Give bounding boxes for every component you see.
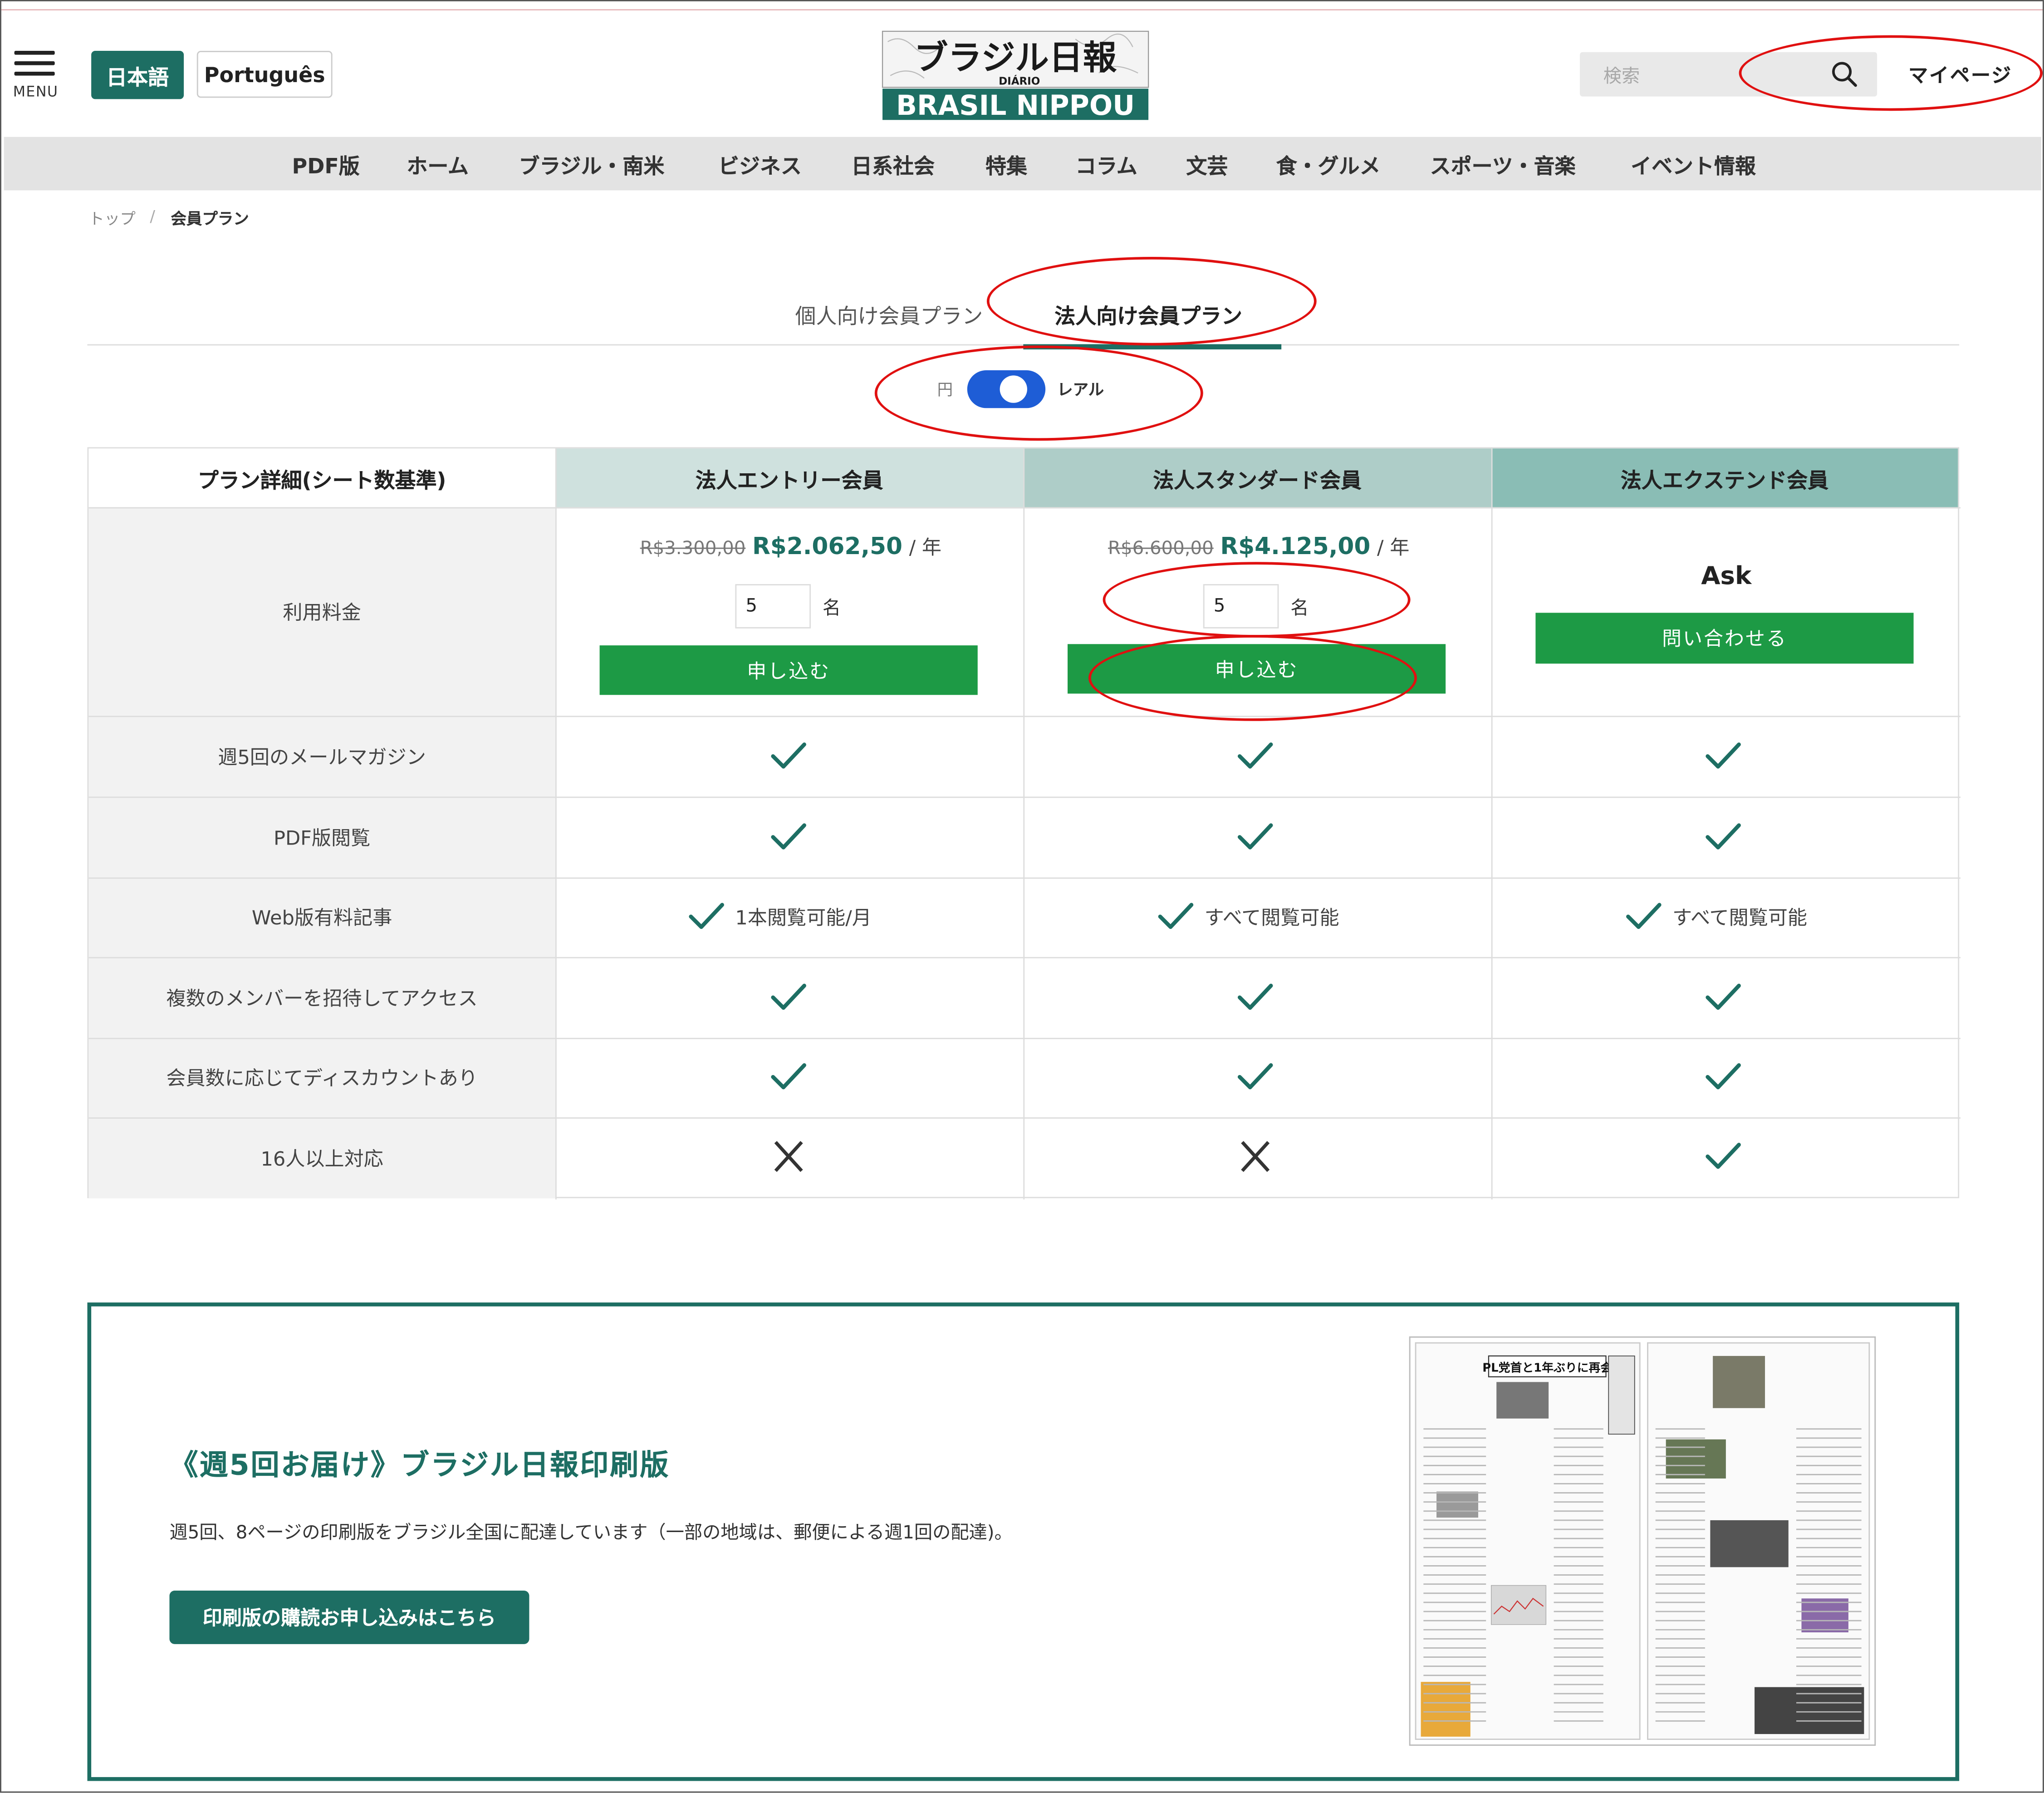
plan-header-standard: 法人スタンダード会員	[1023, 448, 1491, 507]
hamburger-icon-bar	[14, 61, 55, 65]
entry-price: R$3.300,00 R$2.062,50 / 年	[640, 533, 941, 560]
check-icon	[769, 821, 808, 853]
nav-item-column[interactable]: コラム	[1075, 149, 1137, 180]
newspaper-headline: PL党首と1年ぶりに再会	[1482, 1361, 1612, 1375]
row-label-invite-members: 複数のメンバーを招待してアクセス	[88, 957, 555, 1038]
breadcrumb-separator: /	[150, 207, 156, 226]
extend-inquiry-button[interactable]: 問い合わせる	[1535, 613, 1914, 664]
nav-item-business[interactable]: ビジネス	[718, 149, 802, 180]
logo-graphic: ブラジル日報 DIÁRIO BRASIL NIPPOU	[882, 30, 1149, 122]
row-label-16plus: 16人以上対応	[88, 1117, 555, 1199]
nav-item-sports-music[interactable]: スポーツ・音楽	[1430, 149, 1576, 180]
entry-web-article-note: 1本閲覧可能/月	[735, 906, 872, 930]
check-icon	[769, 982, 808, 1013]
standard-old-price: R$6.600,00	[1108, 538, 1214, 560]
annotation-circle-currency-toggle	[874, 345, 1203, 441]
standard-web-article-note: すべて閲覧可能	[1204, 906, 1339, 930]
standard-price-period: / 年	[1377, 535, 1410, 560]
search-placeholder: 検索	[1603, 66, 1640, 88]
check-icon	[769, 1061, 808, 1093]
row-label-newsletter: 週5回のメールマガジン	[88, 716, 555, 797]
entry-price-period: / 年	[909, 535, 941, 560]
check-icon	[1624, 901, 1663, 932]
row-label-discount: 会員数に応じてディスカウントあり	[88, 1037, 555, 1118]
entry-quantity-unit: 名	[822, 598, 841, 619]
check-icon	[1704, 741, 1743, 772]
standard-current-price: R$4.125,00	[1220, 533, 1371, 561]
check-icon	[1236, 1061, 1275, 1093]
check-icon	[687, 901, 726, 932]
hamburger-icon-bar	[14, 72, 55, 76]
entry-current-price: R$2.062,50	[752, 533, 902, 561]
logo-small-text: DIÁRIO	[999, 75, 1040, 88]
check-icon	[1236, 982, 1275, 1013]
check-icon	[1704, 982, 1743, 1013]
check-icon	[1704, 1061, 1743, 1093]
nav-item-features[interactable]: 特集	[985, 149, 1027, 180]
entry-old-price: R$3.300,00	[640, 538, 746, 560]
logo-top-text: ブラジル日報	[914, 38, 1117, 77]
top-border-line	[1, 9, 2043, 10]
table-grid-line	[1023, 448, 1025, 1200]
hamburger-icon	[14, 51, 55, 55]
entry-apply-button[interactable]: 申し込む	[599, 645, 978, 695]
extend-web-article-note: すべて閲覧可能	[1672, 906, 1808, 930]
logo-bottom-text: BRASIL NIPPOU	[896, 90, 1135, 122]
site-logo[interactable]: ブラジル日報 DIÁRIO BRASIL NIPPOU	[880, 29, 1151, 123]
newspaper-image: PL党首と1年ぶりに再会	[1409, 1336, 1876, 1746]
row-label-pdf: PDF版閲覧	[88, 796, 555, 878]
check-icon	[1704, 821, 1743, 853]
nav-item-gourmet[interactable]: 食・グルメ	[1276, 149, 1381, 180]
nav-item-literature[interactable]: 文芸	[1186, 149, 1228, 180]
check-icon	[1236, 821, 1275, 853]
row-label-web-articles: Web版有料記事	[88, 877, 555, 957]
table-grid-line	[1491, 448, 1493, 1200]
plan-header-entry: 法人エントリー会員	[555, 448, 1024, 507]
cross-icon	[769, 1141, 808, 1172]
standard-price: R$6.600,00 R$4.125,00 / 年	[1108, 533, 1409, 560]
check-icon	[1236, 741, 1275, 772]
check-icon	[769, 741, 808, 772]
annotation-circle-apply-button	[1088, 635, 1417, 721]
table-grid-line	[555, 448, 557, 1200]
check-icon	[1156, 901, 1195, 932]
nav-item-events[interactable]: イベント情報	[1631, 149, 1756, 180]
annotation-circle-quantity	[1103, 562, 1411, 638]
annotation-circle-corporate-tab	[986, 256, 1317, 346]
print-subscription-button[interactable]: 印刷版の購読お申し込みはこちら	[169, 1591, 529, 1644]
language-japanese-button[interactable]: 日本語	[91, 51, 184, 99]
plan-detail-header: プラン詳細(シート数基準)	[88, 448, 555, 507]
nav-item-home[interactable]: ホーム	[407, 149, 469, 180]
check-icon	[1704, 1141, 1743, 1172]
cross-icon	[1236, 1141, 1275, 1172]
plan-comparison-table: プラン詳細(シート数基準) 法人エントリー会員 法人スタンダード会員 法人エクス…	[87, 447, 1961, 1200]
nav-item-nikkei[interactable]: 日系社会	[851, 149, 935, 180]
tab-individual-plan[interactable]: 個人向け会員プラン	[795, 299, 983, 330]
extend-ask-label: Ask	[1701, 562, 1752, 591]
menu-label: MENU	[13, 83, 59, 101]
nav-item-brazil[interactable]: ブラジル・南米	[519, 149, 664, 180]
breadcrumb-home[interactable]: トップ	[88, 207, 135, 230]
nav-item-pdf[interactable]: PDF版	[292, 149, 360, 180]
annotation-circle-mypage	[1739, 35, 2043, 111]
language-portuguese-button[interactable]: Português	[196, 51, 333, 98]
row-label-fee: 利用料金	[88, 507, 555, 716]
entry-quantity-input[interactable]: 5	[735, 584, 811, 629]
hamburger-menu-button[interactable]: MENU	[13, 51, 59, 101]
newspaper-illustration: PL党首と1年ぶりに再会	[1415, 1342, 1870, 1740]
promo-description: 週5回、8ページの印刷版をブラジル全国に配達しています（一部の地域は、郵便による…	[169, 1523, 1013, 1544]
promo-title: 《週5回お届け》ブラジル日報印刷版	[169, 1449, 670, 1483]
plan-header-extend: 法人エクステンド会員	[1491, 448, 1958, 507]
breadcrumb-current: 会員プラン	[171, 210, 249, 228]
